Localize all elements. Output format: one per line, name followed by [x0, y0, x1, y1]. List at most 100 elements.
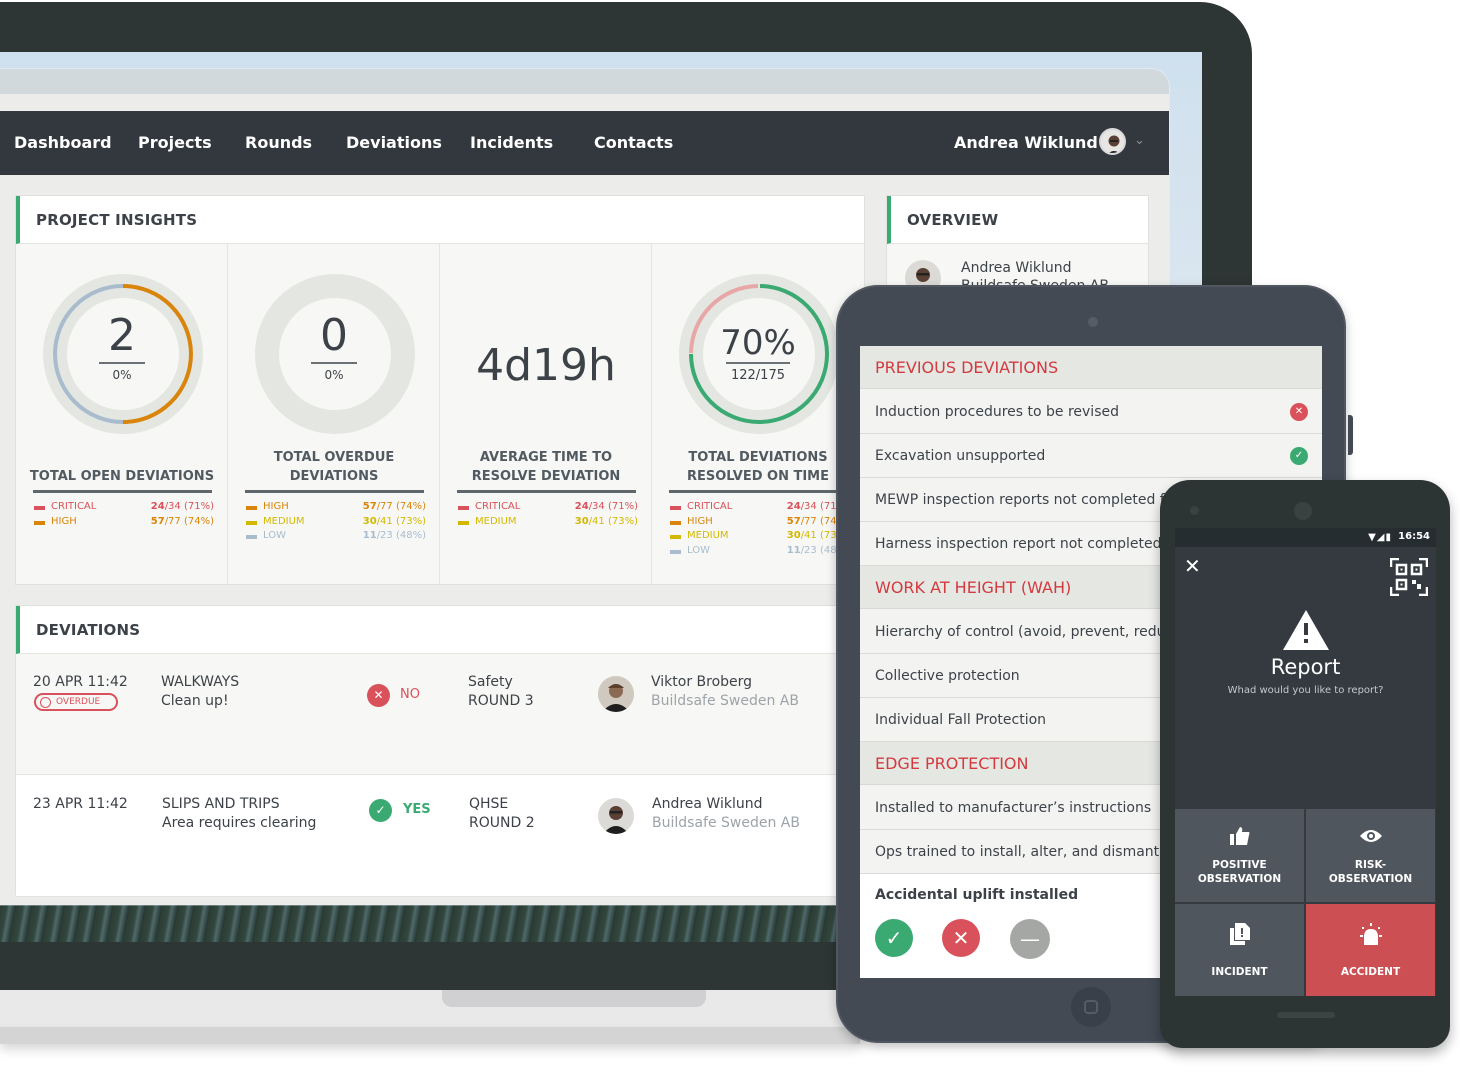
user-avatar[interactable]	[1099, 128, 1126, 155]
legend-item-critical: CRITICAL 24/34 (71%)	[458, 501, 638, 516]
user-name[interactable]: Andrea Wiklund	[954, 133, 1098, 152]
legend-swatch	[670, 549, 681, 554]
legend-item-low: LOW 11/23 (48%)	[246, 530, 426, 545]
legend-label: LOW	[687, 544, 710, 556]
insight-title-line2: RESOLVED ON TIME	[686, 469, 830, 484]
legend: CRITICAL 24/34 (71%) MEDIUM 30/41 (73%)	[458, 501, 638, 530]
nav-projects[interactable]: Projects	[138, 133, 212, 152]
resolved-percent: 70%	[720, 323, 796, 363]
insight-title-line1: AVERAGE TIME TO	[479, 450, 613, 465]
legend-item-medium: MEDIUM 30/41 (73%)	[458, 516, 638, 531]
legend-label: MEDIUM	[475, 515, 517, 527]
panel-title: DEVIATIONS	[36, 621, 141, 639]
deviation-title: WALKWAYS	[161, 674, 240, 690]
nav-rounds[interactable]: Rounds	[245, 133, 312, 152]
insight-resolved-on-time: 70% 122/175 TOTAL DEVIATIONS RESOLVED ON…	[652, 244, 864, 584]
section-title: WORK AT HEIGHT (WAH)	[875, 578, 1072, 597]
legend-swatch	[670, 535, 681, 539]
legend-value: 30/41 (73%)	[574, 515, 638, 527]
legend-value: 24/34 (71%)	[150, 501, 214, 512]
legend: CRITICAL 24/34 (71%) HIGH 57/77 (74%) MEDIUM…	[670, 501, 850, 559]
legend-value: 24/34 (71%)	[574, 501, 638, 512]
legend-value: 57/77 (74%)	[150, 515, 214, 527]
answer-na-button[interactable]: —	[1010, 919, 1050, 959]
divider	[311, 362, 357, 364]
legend-label: HIGH	[263, 501, 289, 512]
laptop-notch	[442, 990, 706, 1007]
qr-code-icon[interactable]	[1390, 558, 1428, 596]
divider	[245, 490, 424, 493]
tile-label-line1: POSITIVE	[1212, 859, 1267, 871]
divider	[726, 362, 790, 364]
tablet-camera	[1088, 317, 1098, 327]
divider	[457, 490, 636, 493]
divider	[669, 490, 848, 493]
nav-deviations[interactable]: Deviations	[346, 133, 442, 152]
checklist-item-label: Ops trained to install, alter, and disma…	[875, 844, 1177, 860]
panel-header: DEVIATIONS	[16, 606, 864, 654]
nav-dashboard[interactable]: Dashboard	[14, 133, 112, 152]
status-bar: ▼◢▮ 16:54	[1175, 528, 1436, 547]
status-label: YES	[403, 802, 431, 817]
insight-title-line1: TOTAL OVERDUE	[273, 450, 395, 465]
legend-label: LOW	[263, 530, 286, 541]
insight-title-line2: RESOLVE DEVIATION	[471, 469, 621, 484]
report-subtitle: Whad would you like to report?	[1227, 685, 1384, 696]
legend-swatch	[34, 506, 45, 510]
siren-icon	[1359, 923, 1382, 945]
insight-title-line2: DEVIATIONS	[289, 469, 379, 484]
legend-item-medium: MEDIUM 30/41 (73%)	[670, 530, 850, 545]
phone-sensor	[1190, 506, 1199, 515]
positive-observation-button[interactable]: POSITIVE OBSERVATION	[1175, 809, 1304, 902]
report-title: Report	[1270, 655, 1341, 679]
table-row[interactable]: 20 APR 11:42 OVERDUE WALKWAYS Clean up! …	[16, 654, 837, 775]
close-icon[interactable]: ✕	[1184, 554, 1201, 578]
overdue-percent: 0%	[324, 368, 344, 382]
divider	[33, 490, 212, 493]
accident-button[interactable]: ACCIDENT	[1306, 904, 1435, 996]
fail-icon: ✕	[1290, 403, 1308, 421]
checklist-item[interactable]: Excavation unsupported ✓	[860, 434, 1322, 478]
deviation-date: 20 APR 11:42	[33, 674, 128, 690]
status-label: NO	[400, 687, 420, 702]
insight-avg-time: 4d19h AVERAGE TIME TO RESOLVE DEVIATION …	[440, 244, 652, 584]
resolved-ratio: 122/175	[730, 368, 785, 383]
table-row[interactable]: 23 APR 11:42 SLIPS AND TRIPS Area requir…	[16, 776, 837, 897]
eye-icon	[1359, 830, 1382, 842]
legend-value: 57/77 (74%)	[362, 501, 426, 512]
deviation-title: SLIPS AND TRIPS	[162, 796, 280, 812]
section-title: EDGE PROTECTION	[875, 754, 1029, 773]
nav-incidents[interactable]: Incidents	[470, 133, 553, 152]
panel-header: OVERVIEW	[887, 196, 1148, 244]
tile-label-line2: OBSERVATION	[1328, 873, 1413, 885]
status-time: 16:54	[1398, 531, 1430, 542]
close-icon: ✕	[367, 684, 390, 707]
person-company: Buildsafe Sweden AB	[651, 693, 799, 709]
round-number: ROUND 2	[469, 815, 535, 831]
risk-observation-button[interactable]: RISK- OBSERVATION	[1306, 809, 1435, 902]
phone-screen: ▼◢▮ 16:54 ✕ Report Whad would you like t…	[1175, 528, 1436, 996]
legend-swatch	[34, 520, 45, 525]
checklist-item-label: Individual Fall Protection	[875, 712, 1047, 728]
legend-swatch	[670, 520, 681, 525]
incident-button[interactable]: INCIDENT	[1175, 904, 1304, 996]
overdue-badge: OVERDUE	[34, 693, 118, 711]
checklist-item[interactable]: Induction procedures to be revised ✕	[860, 390, 1322, 434]
checklist-item-label: Collective protection	[875, 668, 1020, 684]
tile-label-line1: RISK-	[1354, 859, 1387, 871]
thumbs-up-icon	[1229, 827, 1249, 845]
tablet-home-button[interactable]	[1071, 987, 1111, 1027]
answer-yes-button[interactable]: ✓	[875, 919, 913, 957]
legend-item-high: HIGH 57/77 (74%)	[246, 501, 426, 516]
home-icon	[1084, 1000, 1098, 1014]
avatar	[598, 676, 634, 712]
pass-icon: ✓	[1290, 447, 1308, 465]
warning-icon	[1283, 610, 1329, 650]
answer-no-button[interactable]: ✕	[942, 919, 980, 957]
legend-label: CRITICAL	[475, 501, 521, 512]
round-type: QHSE	[469, 796, 509, 812]
round-number: ROUND 3	[468, 693, 534, 709]
chevron-down-icon[interactable]: ⌄	[1134, 133, 1145, 148]
legend-swatch	[458, 506, 469, 510]
nav-contacts[interactable]: Contacts	[594, 133, 673, 152]
